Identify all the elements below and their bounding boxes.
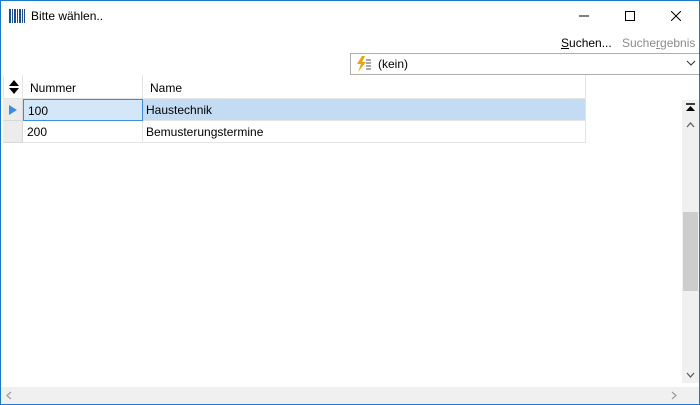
column-header-label: Nummer [30, 81, 77, 95]
row-header[interactable] [3, 121, 23, 143]
current-row-arrow-icon [9, 105, 17, 115]
minimize-icon [579, 15, 589, 17]
cell-text: 100 [28, 104, 49, 118]
cell-nummer[interactable]: 100 [23, 99, 143, 121]
table-row[interactable]: 100 Haustechnik [3, 99, 586, 121]
cell-text: Bemusterungstermine [146, 125, 264, 139]
toolbar: Suchen... Suchergebnis [1, 31, 699, 53]
cell-text: 200 [27, 125, 48, 139]
cell-name[interactable]: Bemusterungstermine [143, 121, 586, 143]
cell-nummer[interactable]: 200 [23, 121, 143, 143]
column-header-name[interactable]: Name [143, 75, 586, 99]
scroll-down-icon[interactable] [682, 366, 699, 383]
filter-row: (kein) [1, 53, 699, 75]
horizontal-scrollbar[interactable] [1, 387, 682, 404]
cell-text: Haustechnik [146, 103, 213, 117]
scroll-up-icon[interactable] [682, 117, 699, 134]
scroll-right-icon[interactable] [665, 387, 682, 404]
vertical-scrollbar[interactable] [682, 100, 699, 383]
maximize-icon [625, 11, 635, 21]
row-header[interactable] [3, 99, 23, 121]
search-button[interactable]: Suchen... [561, 36, 612, 50]
window-title: Bitte wählen.. [31, 9, 104, 23]
scrollbar-corner [682, 387, 699, 404]
data-grid: Nummer Name 100 Haustechnik 200 Bemuster… [1, 75, 681, 387]
maximize-button[interactable] [607, 1, 653, 31]
filter-value: (kein) [378, 57, 409, 71]
close-button[interactable] [653, 1, 699, 31]
close-icon [671, 11, 681, 21]
title-bar[interactable]: Bitte wählen.. [1, 1, 699, 31]
chevron-down-icon [686, 60, 696, 66]
search-result-button[interactable]: Suchergebnis [622, 36, 695, 50]
filter-lightning-icon [357, 56, 371, 72]
sort-toggle-header[interactable] [3, 75, 23, 99]
minimize-button[interactable] [561, 1, 607, 31]
filter-dropdown[interactable]: (kein) [350, 53, 699, 75]
dialog-window: Bitte wählen.. Suchen... Suchergebnis (k… [0, 0, 700, 405]
cell-name[interactable]: Haustechnik [143, 99, 586, 121]
column-header-label: Name [150, 81, 183, 95]
scroll-left-icon[interactable] [1, 387, 18, 404]
scroll-to-top-icon[interactable] [682, 100, 699, 117]
column-header-nummer[interactable]: Nummer [23, 75, 143, 99]
sort-icon [9, 80, 19, 94]
vertical-scroll-thumb[interactable] [683, 212, 698, 291]
barcode-icon [9, 9, 25, 23]
table-row[interactable]: 200 Bemusterungstermine [3, 121, 586, 143]
